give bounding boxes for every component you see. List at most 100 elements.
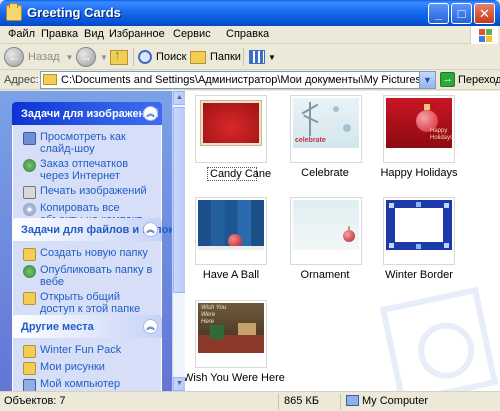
file-caption-winter-border[interactable]: Winter Border (371, 269, 467, 281)
thumbnail-ornament[interactable] (290, 197, 362, 265)
address-input[interactable]: C:\Documents and Settings\Администратор\… (40, 71, 436, 89)
computer-icon (23, 379, 36, 391)
file-view[interactable]: Candy Cane celebrate Celebrate Happy Hol… (185, 91, 500, 391)
task-order-prints[interactable]: Заказ отпечатков через Интернет (23, 158, 155, 182)
title-bar[interactable]: Greeting Cards _ □ ✕ (0, 0, 500, 26)
go-button[interactable]: → Переход (440, 72, 500, 87)
folder-icon (23, 362, 36, 375)
windows-logo-icon (470, 26, 498, 44)
task-slideshow[interactable]: Просмотреть как слайд-шоу (23, 131, 155, 155)
task-label: Создать новую папку (40, 247, 148, 259)
thumbnail-winter-border[interactable] (383, 197, 455, 265)
thumbnail-happy-holidays[interactable]: Happy Holidays (383, 95, 455, 163)
task-pane: Задачи для изображений ︽ Просмотреть как… (0, 91, 172, 391)
back-button[interactable]: ← Назад ▼ (4, 46, 73, 68)
status-bar: Объектов: 7 865 КБ My Computer (0, 391, 500, 411)
file-folder-tasks-header[interactable]: Задачи для файлов и папок ︽ (12, 218, 172, 241)
file-caption-happy-holidays[interactable]: Happy Holidays (371, 167, 467, 179)
collapse-chevron-icon[interactable]: ︽ (143, 222, 158, 237)
task-label: Печать изображений (40, 185, 147, 197)
other-places-header[interactable]: Другие места ︽ (12, 315, 162, 338)
menu-view[interactable]: Вид (84, 28, 104, 40)
folder-icon (6, 3, 22, 21)
task-share-folder[interactable]: Открыть общий доступ к этой папке (23, 291, 155, 315)
thumbnail-have-a-ball[interactable] (195, 197, 267, 265)
back-arrow-icon: ← (4, 47, 24, 67)
thumbnail-celebrate[interactable]: celebrate (290, 95, 362, 163)
collapse-chevron-icon[interactable]: ︽ (143, 319, 158, 334)
go-label: Переход (458, 73, 500, 86)
task-print[interactable]: Печать изображений (23, 185, 155, 199)
menu-edit[interactable]: Правка (41, 28, 78, 40)
search-button[interactable]: Поиск (138, 46, 186, 68)
views-icon (249, 50, 265, 64)
task-pane-scrollbar[interactable]: ▲ ▼ (172, 91, 186, 391)
status-location: My Computer (346, 395, 428, 407)
place-my-computer[interactable]: Мой компьютер (23, 378, 155, 391)
folders-button[interactable]: Папки (190, 46, 241, 68)
group-title: Задачи для изображений (21, 108, 159, 120)
forward-dropdown-icon[interactable]: ▼ (100, 53, 108, 62)
status-size: 865 КБ (284, 395, 320, 407)
share-icon (23, 292, 36, 305)
views-dropdown-icon[interactable]: ▼ (268, 53, 276, 62)
file-caption-ornament[interactable]: Ornament (277, 269, 373, 281)
search-label: Поиск (156, 51, 187, 63)
folder-icon (23, 345, 36, 358)
file-caption-candy-cane[interactable]: Candy Cane (207, 167, 271, 181)
thumbnail-candy-cane[interactable] (195, 95, 267, 163)
happy-holidays-thumb-text: Happy Holidays (430, 128, 452, 141)
new-folder-icon (23, 248, 36, 261)
menu-file[interactable]: Файл (8, 28, 35, 40)
celebrate-thumb-text: celebrate (295, 137, 326, 144)
cd-icon (23, 203, 36, 216)
printer-icon (23, 186, 36, 199)
go-arrow-icon: → (440, 72, 455, 87)
menu-bar: Файл Правка Вид Избранное Сервис Справка (0, 26, 500, 44)
file-caption-celebrate[interactable]: Celebrate (277, 167, 373, 179)
folder-icon (43, 74, 57, 85)
task-label: Просмотреть как слайд-шоу (40, 131, 126, 155)
maximize-button[interactable]: □ (451, 3, 472, 24)
menu-help[interactable]: Справка (226, 28, 269, 40)
place-label: Мои рисунки (40, 361, 105, 373)
forward-button[interactable]: → ▼ (76, 46, 108, 68)
menu-tools[interactable]: Сервис (173, 28, 211, 40)
address-bar: Адрес: C:\Documents and Settings\Админис… (0, 70, 500, 90)
task-label: Опубликовать папку в вебе (40, 264, 153, 288)
address-dropdown-icon[interactable]: ▼ (419, 72, 435, 88)
task-label: Открыть общий доступ к этой папке (40, 291, 141, 315)
file-caption-have-a-ball[interactable]: Have A Ball (185, 269, 279, 281)
place-winter-fun-pack[interactable]: Winter Fun Pack (23, 344, 155, 358)
search-icon (138, 50, 152, 64)
place-my-pictures[interactable]: Мои рисунки (23, 361, 155, 375)
task-new-folder[interactable]: Создать новую папку (23, 247, 155, 261)
wish-thumb-text: Wish You Were Here (201, 305, 227, 325)
other-places-group: Другие места ︽ Winter Fun Pack Мои рисун… (12, 315, 162, 391)
address-path[interactable]: C:\Documents and Settings\Администратор\… (61, 74, 435, 86)
status-location-label: My Computer (362, 395, 429, 407)
minimize-button[interactable]: _ (428, 3, 449, 24)
picture-tasks-header[interactable]: Задачи для изображений ︽ (12, 102, 162, 125)
folders-label: Папки (210, 51, 241, 63)
file-caption-wish-you-were-here[interactable]: Wish You Were Here (185, 372, 285, 384)
up-button[interactable]: ↑ (110, 46, 128, 68)
slideshow-icon (23, 132, 36, 145)
collapse-chevron-icon[interactable]: ︽ (143, 106, 158, 121)
globe-icon (23, 159, 36, 172)
computer-icon (346, 395, 359, 406)
thumbnail-wish-you-were-here[interactable]: Wish You Were Here (195, 300, 267, 368)
folder-up-icon: ↑ (110, 47, 128, 65)
task-publish-web[interactable]: Опубликовать папку в вебе (23, 264, 155, 288)
views-button[interactable]: ▼ (249, 46, 276, 68)
file-folder-tasks-group: Задачи для файлов и папок ︽ Создать нову… (12, 218, 172, 322)
group-title: Другие места (21, 321, 94, 333)
place-label: Winter Fun Pack (40, 344, 122, 356)
status-object-count: Объектов: 7 (4, 395, 66, 407)
menu-favorites[interactable]: Избранное (109, 28, 165, 40)
folders-icon (190, 50, 206, 64)
back-dropdown-icon[interactable]: ▼ (66, 53, 74, 62)
background-watermark-icon (379, 286, 499, 391)
toolbar: ← Назад ▼ → ▼ ↑ Поиск Папки ▼ (0, 44, 500, 70)
close-button[interactable]: ✕ (474, 3, 495, 24)
